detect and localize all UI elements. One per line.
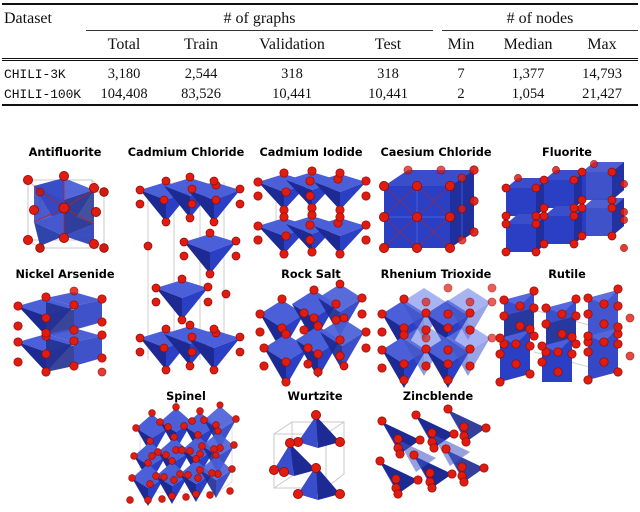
structure-render-fluorite: [500, 160, 634, 260]
structure-label: Zincblende: [402, 390, 474, 403]
table-rule-top: [2, 3, 638, 6]
cell-validation: 318: [281, 65, 303, 82]
structure-render-antifluorite: [6, 160, 124, 260]
cell-max: 14,793: [582, 65, 622, 82]
structure-label: Rutile: [548, 268, 586, 281]
cell-total: 3,180: [107, 65, 141, 82]
table-group-header-row: Dataset # of graphs # of nodes: [0, 8, 640, 30]
statistics-table: Dataset # of graphs # of nodes Total Tra…: [0, 0, 640, 108]
structure-label: Rhenium Trioxide: [380, 268, 492, 281]
cadmium-iodide-svg: [253, 166, 371, 259]
structure-render-cadmium-iodide: [250, 160, 372, 260]
spinel-svg: [126, 401, 240, 506]
structure-label: Caesium Chloride: [380, 146, 492, 159]
structure-label: Rock Salt: [281, 268, 341, 281]
fluorite-svg: [501, 160, 628, 257]
table-row: CHILI-100K 104,408 83,526 10,441 10,441 …: [0, 84, 640, 104]
cadmium-chloride-svg: [135, 172, 245, 375]
cell-validation: 10,441: [272, 85, 312, 102]
structure-render-cadmium-chloride: [126, 160, 246, 388]
column-header-median: Median: [503, 36, 553, 53]
group-header-nodes: # of nodes: [506, 10, 574, 27]
rhenium-trioxide-svg: [377, 283, 497, 388]
column-header-validation: Validation: [259, 36, 325, 53]
cell-max: 21,427: [582, 85, 622, 102]
cell-min: 2: [457, 85, 465, 102]
structure-rutile: Rutile: [495, 268, 635, 387]
structure-label: Antifluorite: [28, 146, 102, 159]
column-header-total: Total: [107, 36, 141, 53]
column-header-train: Train: [183, 36, 219, 53]
structure-label: Fluorite: [542, 146, 592, 159]
column-header-dataset: Dataset: [4, 10, 52, 27]
antifluorite-svg: [22, 170, 109, 253]
column-header-test: Test: [374, 36, 402, 53]
structure-caesium-chloride: Caesium Chloride: [374, 146, 498, 260]
table-rule-bottom: [2, 104, 638, 106]
group-rule-graphs: [86, 30, 433, 31]
cell-dataset-name: CHILI-100K: [4, 86, 82, 102]
structure-render-caesium-chloride: [374, 160, 498, 260]
structure-label: Wurtzite: [287, 390, 343, 403]
table-rule-mid-a: [2, 57, 638, 59]
structure-antifluorite: Antifluorite: [6, 146, 124, 260]
structure-label: Cadmium Chloride: [127, 146, 245, 159]
structure-label: Nickel Arsenide: [15, 268, 115, 281]
cell-train: 83,526: [181, 85, 221, 102]
structure-fluorite: Fluorite: [500, 146, 634, 260]
table-column-header-row: Total Train Validation Test Min Median M…: [0, 34, 640, 56]
rock-salt-svg: [255, 279, 371, 387]
structure-render-rhenium-trioxide: [374, 282, 498, 388]
cell-median: 1,054: [511, 85, 545, 102]
cell-dataset-name: CHILI-3K: [4, 66, 66, 82]
table-rule-mid-b: [2, 60, 638, 62]
crystal-structure-gallery: Antifluorite Cadmium Chloride Cadmium Io…: [0, 112, 640, 512]
structure-zincblende: Zincblende: [375, 390, 500, 502]
structure-render-zincblende: [375, 404, 500, 502]
structure-spinel: Spinel: [126, 390, 246, 506]
cell-total: 104,408: [100, 85, 148, 102]
cell-min: 7: [457, 65, 465, 82]
column-header-max: Max: [587, 36, 617, 53]
group-header-graphs: # of graphs: [223, 10, 296, 27]
wurtzite-svg: [268, 410, 346, 500]
structure-render-spinel: [126, 401, 246, 506]
cell-test: 10,441: [368, 85, 408, 102]
structure-label: Cadmium Iodide: [259, 146, 363, 159]
structure-nickel-arsenide: Nickel Arsenide: [6, 268, 124, 382]
structure-label: Spinel: [166, 390, 206, 403]
cell-train: 2,544: [184, 65, 218, 82]
structure-render-rutile: [495, 282, 635, 387]
table-row: CHILI-3K 3,180 2,544 318 318 7 1,377 14,…: [0, 64, 640, 84]
structure-rock-salt: Rock Salt: [250, 268, 372, 387]
structure-render-wurtzite: [254, 404, 376, 502]
caesium-chloride-svg: [379, 165, 479, 254]
structure-render-nickel-arsenide: [6, 282, 124, 382]
structure-rhenium-trioxide: Rhenium Trioxide: [374, 268, 498, 388]
cell-test: 318: [377, 65, 399, 82]
rutile-svg: [495, 284, 635, 387]
zincblende-svg: [375, 404, 491, 499]
structure-cadmium-iodide: Cadmium Iodide: [250, 146, 372, 260]
cell-median: 1,377: [511, 65, 545, 82]
structure-cadmium-chloride: Cadmium Chloride: [126, 146, 246, 388]
structure-render-rock-salt: [250, 279, 372, 387]
group-rule-nodes: [442, 30, 638, 31]
column-header-min: Min: [447, 36, 475, 53]
structure-wurtzite: Wurtzite: [254, 390, 376, 502]
nickel-arsenide-svg: [13, 286, 107, 377]
